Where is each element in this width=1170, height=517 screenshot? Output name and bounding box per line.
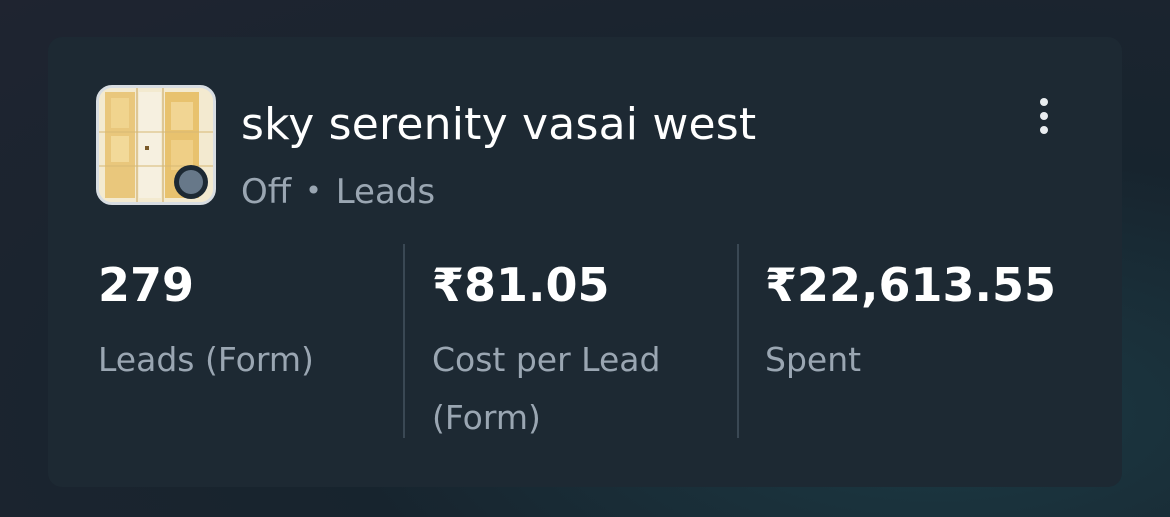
metric-label-line: Cost per Lead: [432, 340, 661, 379]
metric-divider: [403, 244, 405, 438]
campaign-card[interactable]: sky serenity vasai west Off • Leads 279 Le…: [48, 37, 1122, 487]
metric-value: ₹81.05: [432, 258, 610, 312]
metric-value: 279: [98, 258, 195, 312]
more-vertical-icon: [1040, 126, 1048, 134]
metric-value: ₹22,613.55: [765, 258, 1057, 312]
campaign-subtitle: Off • Leads: [241, 170, 435, 216]
campaign-status: Off: [241, 172, 292, 212]
metric-label-line: Leads (Form): [98, 340, 314, 379]
metric-divider: [737, 244, 739, 438]
metric-leads[interactable]: 279 Leads (Form): [98, 257, 314, 389]
metric-label-line: (Form): [432, 398, 541, 437]
metric-label: Leads (Form): [98, 331, 314, 389]
status-off-dot: [179, 170, 203, 194]
metric-cost-per-lead[interactable]: ₹81.05 Cost per Lead (Form): [432, 257, 660, 447]
more-vertical-icon: [1040, 112, 1048, 120]
campaign-thumbnail: [96, 85, 216, 205]
more-vertical-icon: [1040, 98, 1048, 106]
metric-label: Spent: [765, 331, 1056, 389]
more-options-button[interactable]: [1024, 91, 1064, 141]
metric-label-line: Spent: [765, 340, 862, 379]
metric-spent[interactable]: ₹22,613.55 Spent: [765, 257, 1056, 389]
campaign-objective: Leads: [335, 172, 436, 212]
campaign-title[interactable]: sky serenity vasai west: [241, 97, 756, 153]
status-indicator: [174, 165, 208, 199]
bullet-separator: •: [305, 173, 322, 207]
metric-label: Cost per Lead (Form): [432, 331, 660, 447]
